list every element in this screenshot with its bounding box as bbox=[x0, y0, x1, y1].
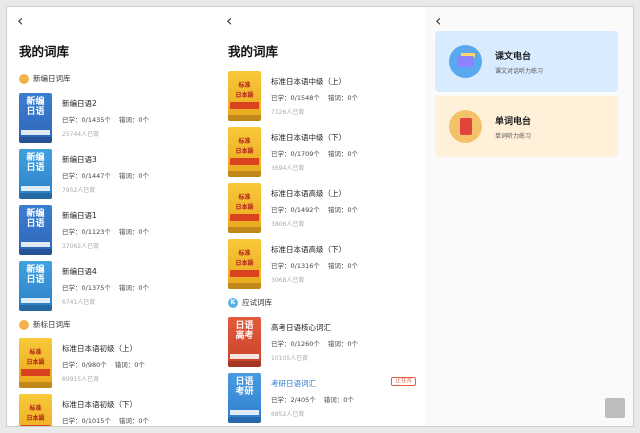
learner-count: 7952人已背 bbox=[62, 187, 96, 194]
learner-count: 10105人已背 bbox=[271, 355, 309, 362]
book-item[interactable]: 标准 日本語 标准日本语初级（上） 已学：0/980个 错词：0个 89915人已背 bbox=[19, 338, 209, 390]
learner-count: 3068人已背 bbox=[271, 277, 305, 284]
learner-count: 3694人已背 bbox=[271, 165, 305, 172]
book-cover: 日语 高考 bbox=[228, 317, 261, 367]
learner-count: 25744人已背 bbox=[62, 131, 100, 138]
word-radio-card[interactable]: 单词电台 单词听力练习 bbox=[435, 96, 618, 157]
book-cover: 新编 日语 bbox=[19, 93, 52, 143]
learner-count: 6852人已背 bbox=[271, 411, 305, 418]
book-name: 标准日本语中级（下） bbox=[271, 133, 346, 142]
back-arrow-icon[interactable]: ‹ bbox=[435, 13, 441, 29]
book-item-active[interactable]: 日语 考研 考研日语词汇 正在背 已学：2/405个 错词：0个 6852人已背 bbox=[228, 373, 418, 425]
book-stats: 已学：0/980个 错词：0个 bbox=[62, 361, 145, 369]
book-icon bbox=[19, 73, 29, 84]
k-icon: K bbox=[228, 297, 238, 308]
page-title: 我的词库 bbox=[19, 44, 70, 59]
book-name: 标准日本语初级（上） bbox=[62, 344, 137, 353]
card-title: 课文电台 bbox=[495, 52, 532, 62]
section-header: 新标日词库 bbox=[19, 319, 71, 330]
book-stats: 已学：0/1709个 错词：0个 bbox=[271, 150, 359, 158]
book-cover: 标准 日本語 bbox=[228, 127, 261, 177]
book-name: 新编日语2 bbox=[62, 99, 97, 108]
book-cover: 新编 日语 bbox=[19, 261, 52, 311]
panel-radio: ‹ 课文电台 课文对话听力练习 单词电台 单词听力练习 bbox=[425, 7, 633, 426]
section-label: 新标日词库 bbox=[33, 320, 71, 329]
card-subtitle: 单词听力练习 bbox=[495, 133, 532, 140]
book-cover: 标准 日本語 bbox=[228, 71, 261, 121]
book-name: 标准日本语高级（上） bbox=[271, 189, 346, 198]
book-item[interactable]: 新编 日语 新编日语3 已学：0/1447个 错词：0个 7952人已背 bbox=[19, 149, 209, 201]
section-label: 新编日词库 bbox=[33, 74, 71, 83]
book-stats: 已学：0/1548个 错词：0个 bbox=[271, 94, 359, 102]
book-stats: 已学：0/1316个 错词：0个 bbox=[271, 262, 359, 270]
app-frame: ‹ 我的词库 新编日词库 新编 日语 新编日语2 已学：0/1435个 错词：0个 … bbox=[6, 6, 634, 427]
learner-count: 6741人已背 bbox=[62, 299, 96, 306]
book-name: 新编日语4 bbox=[62, 267, 97, 276]
book-cover: 新编 日语 bbox=[19, 149, 52, 199]
book-item[interactable]: 标准 日本語 标准日本语中级（上） 已学：0/1548个 错词：0个 7126人已背 bbox=[228, 71, 418, 123]
book-name: 标准日本语高级（下） bbox=[271, 245, 346, 254]
book-name: 标准日本语中级（上） bbox=[271, 77, 346, 86]
book-cover: 标准 日本語 bbox=[228, 183, 261, 233]
book-cover: 标准 日本語 bbox=[228, 239, 261, 289]
status-badge: 正在背 bbox=[391, 377, 416, 386]
book-cover: 日语 考研 bbox=[228, 373, 261, 423]
book-name: 标准日本语初级（下） bbox=[62, 400, 137, 409]
learner-count: 89915人已背 bbox=[62, 376, 100, 383]
book-item[interactable]: 标准 日本語 标准日本语初级（下） 已学：0/1015个 错词：0个 bbox=[19, 394, 209, 426]
scroll-handle[interactable] bbox=[605, 398, 625, 418]
book-item[interactable]: 新编 日语 新编日语1 已学：0/1123个 错词：0个 37062人已背 bbox=[19, 205, 209, 257]
book-stats: 已学：0/1260个 错词：0个 bbox=[271, 340, 359, 348]
book-stats: 已学：0/1123个 错词：0个 bbox=[62, 228, 150, 236]
book-name: 新编日语3 bbox=[62, 155, 97, 164]
book-item[interactable]: 新编 日语 新编日语4 已学：0/1375个 错词：0个 6741人已背 bbox=[19, 261, 209, 313]
card-title: 单词电台 bbox=[495, 117, 532, 127]
text-radio-card[interactable]: 课文电台 课文对话听力练习 bbox=[435, 31, 618, 92]
back-arrow-icon[interactable]: ‹ bbox=[226, 13, 232, 29]
panel-my-library-2: ‹ 我的词库 标准 日本語 标准日本语中级（上） 已学：0/1548个 错词：0个 … bbox=[216, 7, 425, 426]
book-name: 考研日语词汇 bbox=[271, 379, 316, 388]
chat-bubble-icon bbox=[449, 45, 482, 78]
panel-my-library-1: ‹ 我的词库 新编日词库 新编 日语 新编日语2 已学：0/1435个 错词：0个 … bbox=[7, 7, 216, 426]
back-arrow-icon[interactable]: ‹ bbox=[17, 13, 23, 29]
book-cover: 新编 日语 bbox=[19, 205, 52, 255]
book-stats: 已学：0/1447个 错词：0个 bbox=[62, 172, 150, 180]
book-cover: 标准 日本語 bbox=[19, 394, 52, 426]
page-title: 我的词库 bbox=[228, 44, 279, 59]
book-name: 新编日语1 bbox=[62, 211, 97, 220]
section-header: 新编日词库 bbox=[19, 73, 71, 84]
book-icon bbox=[449, 110, 482, 143]
book-icon bbox=[19, 319, 29, 330]
book-stats: 已学：0/1015个 错词：0个 bbox=[62, 417, 150, 425]
section-header: K 应试词库 bbox=[228, 297, 272, 308]
book-name: 高考日语核心词汇 bbox=[271, 323, 331, 332]
card-subtitle: 课文对话听力练习 bbox=[495, 68, 544, 75]
book-stats: 已学：2/405个 错词：0个 bbox=[271, 396, 354, 404]
book-stats: 已学：0/1435个 错词：0个 bbox=[62, 116, 150, 124]
section-label: 应试词库 bbox=[242, 298, 272, 307]
book-item[interactable]: 新编 日语 新编日语2 已学：0/1435个 错词：0个 25744人已背 bbox=[19, 93, 209, 145]
book-item[interactable]: 标准 日本語 标准日本语高级（下） 已学：0/1316个 错词：0个 3068人已背 bbox=[228, 239, 418, 291]
learner-count: 7126人已背 bbox=[271, 109, 305, 116]
learner-count: 37062人已背 bbox=[62, 243, 100, 250]
book-item[interactable]: 日语 高考 高考日语核心词汇 已学：0/1260个 错词：0个 10105人已背 bbox=[228, 317, 418, 369]
book-stats: 已学：0/1375个 错词：0个 bbox=[62, 284, 150, 292]
book-stats: 已学：0/1492个 错词：0个 bbox=[271, 206, 359, 214]
book-item[interactable]: 标准 日本語 标准日本语高级（上） 已学：0/1492个 错词：0个 3806人已背 bbox=[228, 183, 418, 235]
learner-count: 3806人已背 bbox=[271, 221, 305, 228]
book-item[interactable]: 标准 日本語 标准日本语中级（下） 已学：0/1709个 错词：0个 3694人已背 bbox=[228, 127, 418, 179]
book-cover: 标准 日本語 bbox=[19, 338, 52, 388]
